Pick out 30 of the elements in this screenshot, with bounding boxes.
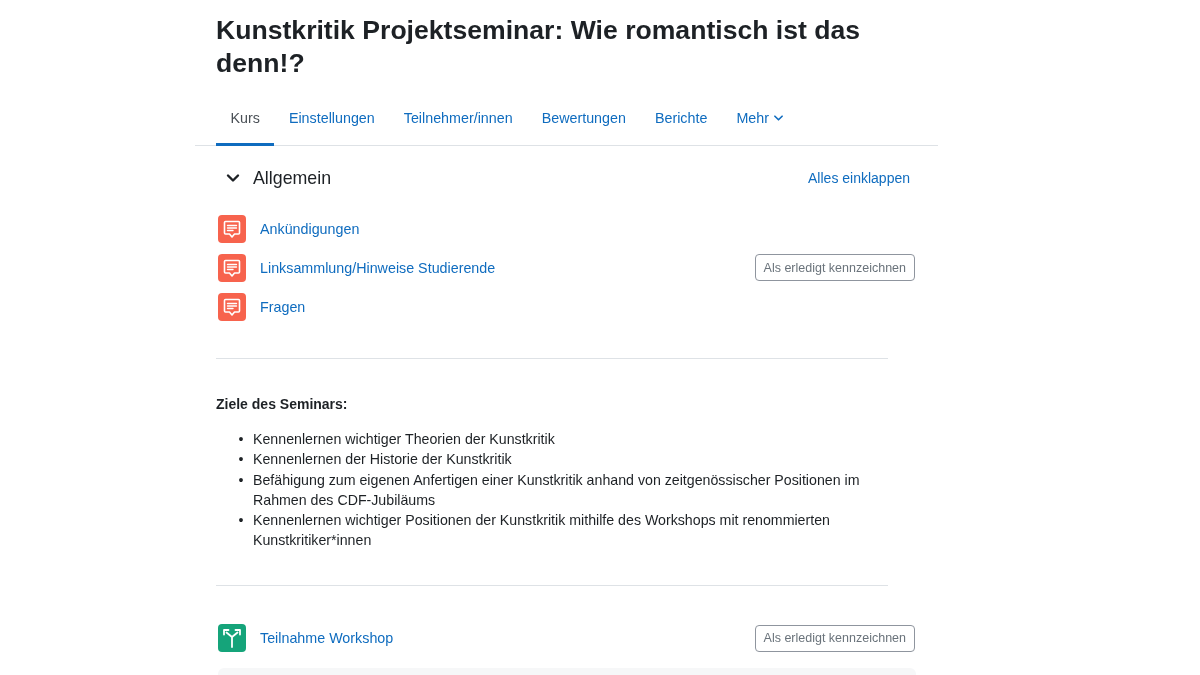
list-bullet: •	[237, 450, 245, 470]
activity-link[interactable]: Ankündigungen	[260, 220, 360, 237]
goal-item: Kennenlernen wichtiger Theorien der Kunstkritik	[253, 430, 555, 449]
mark-done-button[interactable]: Als erledigt kennzeichnen	[754, 624, 915, 652]
caret-icon	[773, 115, 783, 121]
goal-item: Befähigung zum eigenen Anfertigen einer Kunstkritik anhand von zeitgenössischer Positionen im Rahmen des CDF-Jubiläums	[253, 470, 861, 510]
list-bullet: •	[237, 430, 245, 449]
activity-link[interactable]: Linksammlung/Hinweise Studierende	[260, 259, 496, 276]
chevron-icon[interactable]	[226, 171, 240, 185]
course-title: Kunstkritik Projektseminar: Wie romantisch ist das denn!?	[216, 14, 862, 80]
speech-bubble-icon	[218, 214, 246, 243]
activity-link[interactable]: Teilnahme Workshop	[260, 630, 394, 647]
nav-tab[interactable]: Einstellungen	[274, 94, 390, 146]
activity-link[interactable]: Fragen	[260, 298, 306, 315]
speech-bubble-icon	[218, 253, 246, 282]
mark-done-button[interactable]: Als erledigt kennzeichnen	[754, 254, 915, 281]
goal-item: Kennenlernen der Historie der Kunstkritik	[253, 450, 512, 470]
nav-tab[interactable]: Mehr	[721, 94, 798, 146]
signpost-icon	[218, 624, 246, 653]
summary-heading: Ziele des Seminars:	[216, 395, 348, 414]
list-bullet: •	[237, 511, 245, 531]
collapse-all-link[interactable]: Alles einklappen	[808, 170, 910, 186]
nav-tab[interactable]: Berichte	[640, 94, 722, 146]
speech-bubble-icon	[218, 292, 246, 321]
nav-tab[interactable]: Teilnehmer/innen	[389, 94, 528, 146]
nav-tab[interactable]: Kurs	[216, 94, 275, 146]
section-title: Allgemein	[253, 167, 332, 189]
list-bullet: •	[237, 470, 245, 490]
nav-tab[interactable]: Bewertungen	[527, 94, 641, 146]
goal-item: Kennenlernen wichtiger Positionen der Kunstkritik mithilfe des Workshops mit renommierten Kunstkritiker*innen	[253, 511, 831, 551]
